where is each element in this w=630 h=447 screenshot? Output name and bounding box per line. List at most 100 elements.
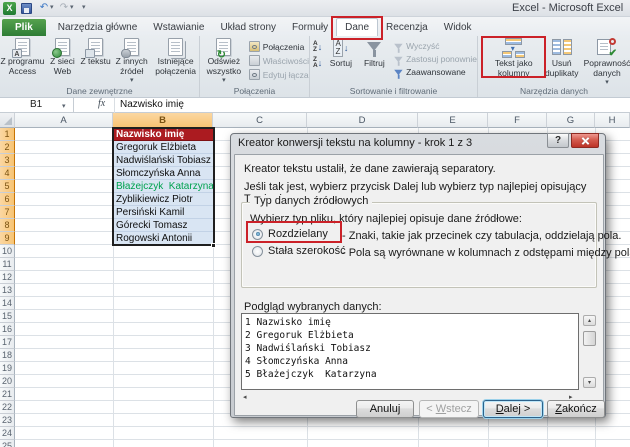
tab-recenzja[interactable]: Recenzja xyxy=(378,19,436,36)
cancel-button[interactable]: Anuluj xyxy=(356,400,414,418)
formula-input[interactable]: Nazwisko imię xyxy=(120,99,184,110)
col-header-d[interactable]: D xyxy=(307,113,418,128)
col-header-c[interactable]: C xyxy=(213,113,307,128)
choose-type-label: Wybierz typ pliku, który najlepiej opisu… xyxy=(250,213,522,225)
undo-button[interactable]: ↶ xyxy=(38,1,50,15)
fill-handle[interactable] xyxy=(211,243,216,248)
other-sources-button[interactable]: Z innych źródeł ▾ xyxy=(111,38,152,84)
row-header[interactable]: 22 xyxy=(0,401,15,414)
row-header[interactable]: 23 xyxy=(0,414,15,427)
row-header[interactable]: 3 xyxy=(0,154,15,167)
row-header[interactable]: 15 xyxy=(0,310,15,323)
next-button[interactable]: Dalej > xyxy=(483,400,543,418)
row-header[interactable]: 2 xyxy=(0,141,15,154)
reapply-icon xyxy=(394,56,401,61)
sort-za-button[interactable]: ZA ↓ xyxy=(313,57,322,69)
scroll-down-icon[interactable]: ▾ xyxy=(583,377,596,388)
ribbon-dane: A Z programu Access Z sieci Web Z tekstu… xyxy=(0,36,630,98)
cell-b9[interactable]: Rogowski Antonii xyxy=(113,232,213,245)
tab-wstawianie[interactable]: Wstawianie xyxy=(145,19,212,36)
close-icon xyxy=(581,136,590,145)
text-to-columns-button[interactable]: ▾ Tekst jako kolumny xyxy=(488,38,539,78)
col-header-b[interactable]: B xyxy=(113,113,213,128)
tab-formuly[interactable]: Formuły xyxy=(284,19,336,36)
data-preview-box: 1 Nazwisko imię 2 Gregoruk Elżbieta 3 Na… xyxy=(241,313,579,390)
refresh-all-button[interactable]: ↻ Odśwież wszystko ▾ xyxy=(203,38,245,84)
row-header[interactable]: 19 xyxy=(0,362,15,375)
col-header-g[interactable]: G xyxy=(547,113,595,128)
group-narzedzia-danych: ▾ Tekst jako kolumny Usuń duplikaty ✔ Po… xyxy=(478,36,630,97)
data-validation-button[interactable]: ✔ Poprawność danych ▾ xyxy=(584,38,630,86)
cell-b3[interactable]: Nadwiślański Tobiasz xyxy=(113,154,213,167)
tab-narzedzia-glowne[interactable]: Narzędzia główne xyxy=(50,19,146,36)
select-all-corner[interactable] xyxy=(0,113,15,128)
row-header[interactable]: 6 xyxy=(0,193,15,206)
radio-delimited[interactable] xyxy=(252,229,263,240)
cell-b5[interactable]: Błażejczyk Katarzyna xyxy=(113,180,213,193)
qat-customize-caret-icon[interactable]: ▾ xyxy=(82,1,86,15)
preview-vertical-scrollbar[interactable]: ▴ ▾ xyxy=(583,315,596,388)
row-header[interactable]: 13 xyxy=(0,284,15,297)
name-box-caret-icon[interactable]: ▾ xyxy=(62,102,66,110)
radio-fixed-width[interactable] xyxy=(252,246,263,257)
row-header[interactable]: 24 xyxy=(0,427,15,440)
dialog-close-button[interactable] xyxy=(571,133,599,148)
advanced-button[interactable]: Zaawansowane xyxy=(392,67,477,77)
refresh-icon: ↻ xyxy=(216,38,231,56)
col-header-h[interactable]: H xyxy=(595,113,630,128)
cell-b4[interactable]: Słomczyńska Anna xyxy=(113,167,213,180)
connections-button[interactable]: Połączenia xyxy=(249,41,309,52)
row-header[interactable]: 5 xyxy=(0,180,15,193)
scrollbar-thumb[interactable] xyxy=(583,331,596,346)
row-header[interactable]: 12 xyxy=(0,271,15,284)
row-header[interactable]: 9 xyxy=(0,232,15,245)
row-header[interactable]: 17 xyxy=(0,336,15,349)
radio-row-fixed-width: Stała szerokość xyxy=(252,245,346,257)
tab-dane[interactable]: Dane xyxy=(336,18,378,36)
radio-fixed-width-label[interactable]: Stała szerokość xyxy=(268,245,346,257)
row-header[interactable]: 16 xyxy=(0,323,15,336)
redo-caret-icon[interactable]: ▾ xyxy=(70,1,74,15)
from-text-button[interactable]: Z tekstu xyxy=(80,38,111,67)
row-header[interactable]: 25 xyxy=(0,440,15,447)
undo-caret-icon[interactable]: ▾ xyxy=(50,1,54,15)
col-header-a[interactable]: A xyxy=(15,113,113,128)
cell-b1[interactable]: Nazwisko imię xyxy=(113,128,213,141)
scroll-up-icon[interactable]: ▴ xyxy=(583,315,596,326)
filter-button[interactable]: Filtruj xyxy=(360,38,390,69)
row-header[interactable]: 20 xyxy=(0,375,15,388)
row-header[interactable]: 10 xyxy=(0,245,15,258)
row-header[interactable]: 4 xyxy=(0,167,15,180)
column-headers: A B C D E F G H xyxy=(0,113,630,128)
cell-b2[interactable]: Gregoruk Elżbieta xyxy=(113,141,213,154)
row-header[interactable]: 1 xyxy=(0,128,15,141)
tab-plik[interactable]: Plik xyxy=(2,19,46,36)
row-header[interactable]: 18 xyxy=(0,349,15,362)
remove-duplicates-button[interactable]: Usuń duplikaty xyxy=(543,38,580,78)
col-header-e[interactable]: E xyxy=(418,113,488,128)
cell-b7[interactable]: Persiński Kamil xyxy=(113,206,213,219)
save-button[interactable] xyxy=(21,1,33,15)
scroll-left-icon[interactable]: ◂ xyxy=(243,393,247,401)
col-header-f[interactable]: F xyxy=(488,113,547,128)
sort-az-button[interactable]: AZ ↓ xyxy=(313,41,322,53)
connections-file-icon xyxy=(168,38,183,56)
tab-widok[interactable]: Widok xyxy=(436,19,480,36)
row-header[interactable]: 7 xyxy=(0,206,15,219)
row-header[interactable]: 14 xyxy=(0,297,15,310)
from-web-button[interactable]: Z sieci Web xyxy=(45,38,80,76)
finish-button[interactable]: Zakończ xyxy=(547,400,605,418)
dialog-help-button[interactable]: ? xyxy=(547,133,569,148)
redo-button[interactable]: ↷ xyxy=(58,1,70,15)
radio-delimited-label[interactable]: Rozdzielany xyxy=(268,228,328,240)
cell-b8[interactable]: Górecki Tomasz xyxy=(113,219,213,232)
row-header[interactable]: 11 xyxy=(0,258,15,271)
existing-connections-button[interactable]: Istniejące połączenia xyxy=(152,38,199,76)
sort-button[interactable]: AZ ↓ Sortuj xyxy=(325,38,356,69)
from-access-button[interactable]: A Z programu Access xyxy=(0,38,45,76)
insert-function-button[interactable]: fx xyxy=(98,98,105,109)
row-header[interactable]: 8 xyxy=(0,219,15,232)
row-header[interactable]: 21 xyxy=(0,388,15,401)
cell-b6[interactable]: Zyblikiewicz Piotr xyxy=(113,193,213,206)
tab-uklad-strony[interactable]: Układ strony xyxy=(212,19,284,36)
